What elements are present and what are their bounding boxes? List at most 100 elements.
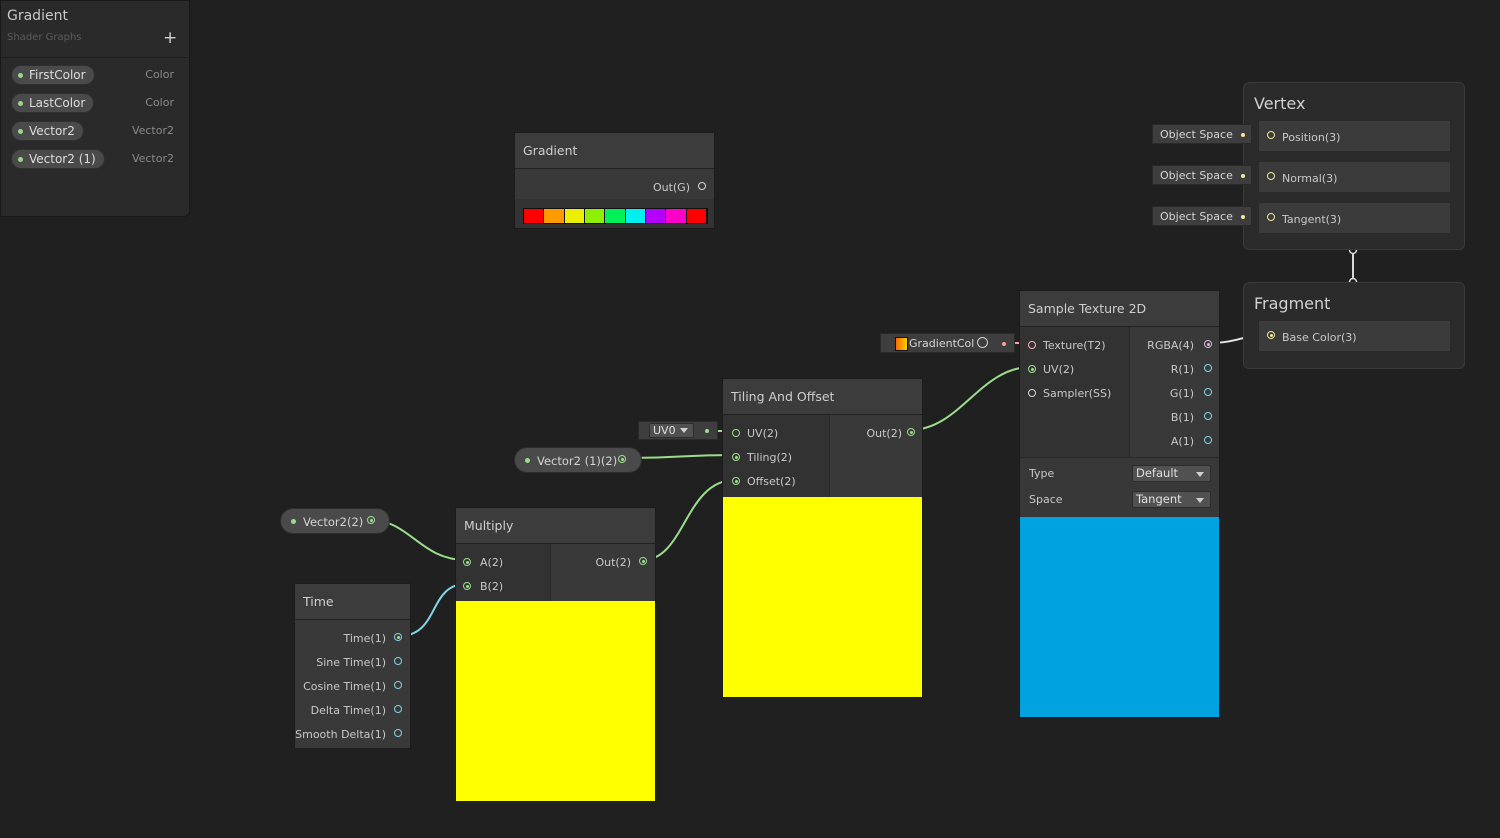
space-chip-tangent[interactable]: Object Space [1152,206,1252,226]
fragment-title: Fragment [1254,294,1331,313]
sample-texture-2d-node[interactable]: Sample Texture 2D Texture(T2) UV(2) Samp… [1019,290,1220,718]
space-chip-normal[interactable]: Object Space [1152,165,1252,185]
gradient-node[interactable]: Gradient Out(G) [514,132,715,229]
uv-channel-dropdown[interactable]: UV0 [649,423,694,438]
vertex-slot-position[interactable]: Position(3) [1258,120,1451,152]
blackboard-title: Gradient [7,8,68,24]
property-name: Vector2 (1) [29,152,96,166]
property-type: Color [145,96,174,109]
port-label: G(1) [1169,387,1194,400]
property-dot-icon [18,73,23,78]
slot-label: Tangent(3) [1282,213,1342,226]
port-label: A(2) [480,556,504,569]
slot-label: Position(3) [1282,131,1341,144]
output-port[interactable] [1204,340,1212,348]
output-port[interactable] [639,557,647,565]
input-port[interactable] [463,582,471,590]
port-label: Delta Time(1) [310,704,386,717]
output-port[interactable] [1204,388,1212,396]
add-property-button[interactable]: + [163,28,177,48]
output-port[interactable] [1204,412,1212,420]
output-port[interactable] [1204,436,1212,444]
blackboard-panel: Gradient Shader Graphs + FirstColor Colo… [0,0,190,217]
wire-tiling-to-sample-uv [909,366,1032,431]
property-type: Vector2 [131,124,174,137]
gradient-bar[interactable] [523,208,708,224]
object-picker-icon[interactable] [977,337,988,348]
fragment-slot-base-color[interactable]: Base Color(3) [1258,320,1451,352]
input-port[interactable] [1028,389,1036,397]
blackboard-subtitle: Shader Graphs [7,32,82,43]
type-dropdown[interactable]: Default [1132,465,1211,482]
uv-channel-value: UV0 [653,424,676,437]
property-type: Color [145,68,174,81]
input-port[interactable] [1267,172,1275,180]
port-label: Time(1) [343,632,386,645]
input-port[interactable] [1028,341,1036,349]
connector-dot [1002,342,1006,346]
property-dot-icon [18,157,23,162]
output-port[interactable] [367,516,375,524]
gradient-swatch [584,209,606,223]
property-pill-firstcolor[interactable]: FirstColor [11,65,95,85]
node-title: Sample Texture 2D [1020,291,1219,327]
input-port[interactable] [1267,213,1275,221]
property-node-label: Vector2 (1)(2) [537,454,618,468]
vertex-slot-tangent[interactable]: Tangent(3) [1258,202,1451,234]
connector-dot [1241,174,1245,178]
multiply-node[interactable]: Multiply A(2) B(2) Out(2) [455,507,656,802]
space-label: Space [1029,493,1063,506]
output-port[interactable] [394,657,402,665]
space-dropdown[interactable]: Tangent [1132,491,1211,508]
output-port[interactable] [698,182,706,190]
input-port[interactable] [1267,331,1275,339]
gradient-swatch [666,209,687,223]
node-preview [723,497,922,697]
property-pill-vector2-1[interactable]: Vector2 (1) [11,149,105,169]
connector-dot [1241,133,1245,137]
output-port[interactable] [394,729,402,737]
output-port[interactable] [394,633,402,641]
port-label: RGBA(4) [1147,339,1194,352]
property-node-label: Vector2(2) [303,515,364,529]
slot-label: Base Color(3) [1282,331,1357,344]
connector-dot [1241,215,1245,219]
blackboard-divider [1,57,189,58]
property-node-vector2[interactable]: Vector2(2) [280,508,390,534]
input-port[interactable] [1267,131,1275,139]
input-port[interactable] [732,453,740,461]
output-port[interactable] [394,705,402,713]
output-port[interactable] [1204,364,1212,372]
input-port[interactable] [732,429,740,437]
input-port[interactable] [732,477,740,485]
output-port[interactable] [618,455,626,463]
space-value: Tangent [1136,492,1182,506]
node-title: Tiling And Offset [723,379,922,415]
port-label: R(1) [1170,363,1194,376]
type-label: Type [1029,467,1055,480]
gradient-swatch [544,209,565,223]
vertex-slot-normal[interactable]: Normal(3) [1258,161,1451,193]
input-port[interactable] [463,558,471,566]
property-pill-vector2[interactable]: Vector2 [11,121,84,141]
gradient-swatch [605,209,626,223]
node-title: Gradient [515,133,714,169]
space-chip-label: Object Space [1160,128,1233,141]
tiling-and-offset-node[interactable]: Tiling And Offset UV(2) Tiling(2) Offset… [722,378,923,698]
time-node[interactable]: Time Time(1) Sine Time(1) Cosine Time(1)… [294,583,411,749]
port-label: Out(G) [652,181,690,194]
texture-name: GradientColc [909,337,975,350]
node-title: Time [295,584,410,620]
space-chip-label: Object Space [1160,210,1233,223]
chevron-down-icon [680,428,688,433]
port-label: B(1) [1170,411,1194,424]
slot-label: Normal(3) [1282,172,1338,185]
space-chip-position[interactable]: Object Space [1152,124,1252,144]
output-port[interactable] [394,681,402,689]
input-port[interactable] [1028,365,1036,373]
property-pill-lastcolor[interactable]: LastColor [11,93,95,113]
property-node-vector2-1[interactable]: Vector2 (1)(2) [514,447,642,473]
port-label: Smooth Delta(1) [295,728,386,741]
output-port[interactable] [907,428,915,436]
port-label: Out(2) [866,427,902,440]
